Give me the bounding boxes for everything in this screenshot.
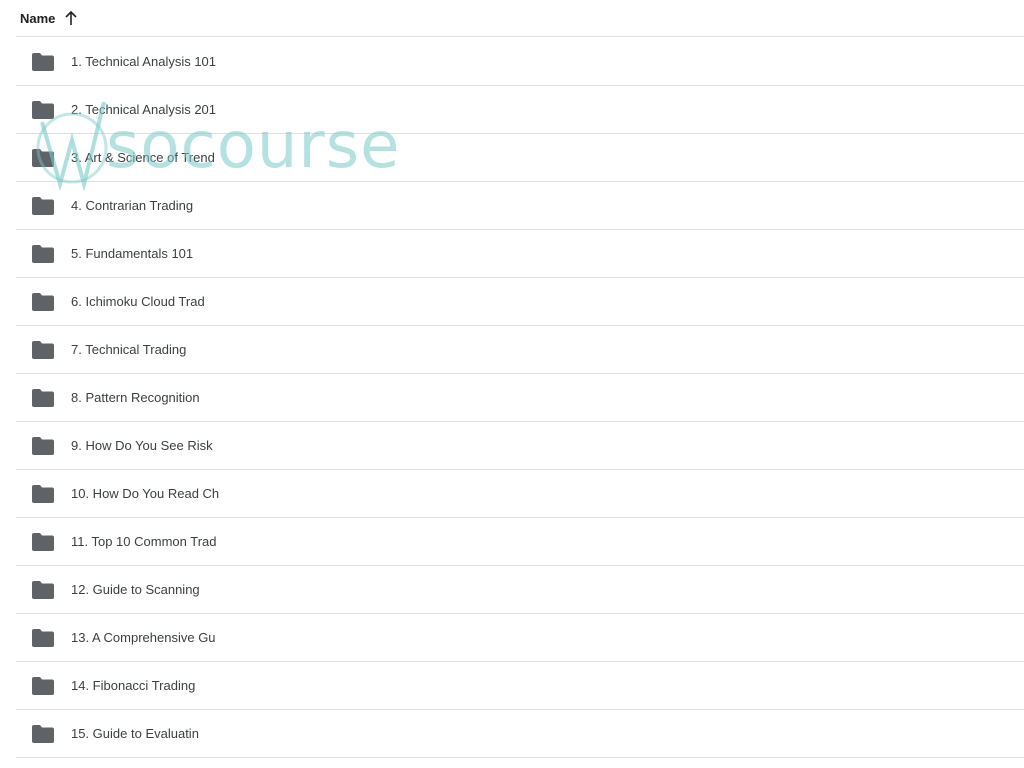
folder-icon [32,196,54,215]
folder-name: 4. Contrarian Trading [71,198,194,213]
folder-name: 14. Fibonacci Trading [71,678,196,693]
folder-name: 8. Pattern Recognition [71,390,200,405]
folder-row[interactable]: 15. Guide to Evaluatin [16,710,1024,758]
folder-icon [32,532,54,551]
folder-icon [32,388,54,407]
folder-row[interactable]: 4. Contrarian Trading [16,182,1024,230]
folder-name: 5. Fundamentals 101 [71,246,194,261]
folder-name: 13. A Comprehensive Gu [71,630,216,645]
folder-icon [32,436,54,455]
folder-name: 1. Technical Analysis 101 [71,54,217,69]
folder-row[interactable]: 2. Technical Analysis 201 [16,86,1024,134]
folder-name: 15. Guide to Evaluatin [71,726,199,741]
folder-row[interactable]: 8. Pattern Recognition [16,374,1024,422]
folder-name: 10. How Do You Read Ch [71,486,220,501]
folder-icon [32,676,54,695]
folder-row[interactable]: 10. How Do You Read Ch [16,470,1024,518]
folder-row[interactable]: 11. Top 10 Common Trad [16,518,1024,566]
folder-icon [32,292,54,311]
folder-icon [32,724,54,743]
folder-name: 6. Ichimoku Cloud Trad [71,294,205,309]
folder-icon [32,244,54,263]
folder-icon [32,580,54,599]
folder-list: 1. Technical Analysis 101 2. Technical An… [16,38,1024,758]
name-column-header[interactable]: Name [20,11,55,26]
folder-row[interactable]: 14. Fibonacci Trading [16,662,1024,710]
list-header: Name [16,0,1024,37]
folder-icon [32,484,54,503]
folder-name: 7. Technical Trading [71,342,187,357]
folder-row[interactable]: 5. Fundamentals 101 [16,230,1024,278]
folder-row[interactable]: 1. Technical Analysis 101 [16,38,1024,86]
folder-row[interactable]: 12. Guide to Scanning [16,566,1024,614]
folder-row[interactable]: 7. Technical Trading [16,326,1024,374]
file-list-page: Name 1. Technical Analysis 101 2. Technic… [0,0,1024,768]
arrow-up-icon[interactable] [64,10,78,26]
folder-row[interactable]: 6. Ichimoku Cloud Trad [16,278,1024,326]
folder-name: 11. Top 10 Common Trad [71,534,217,549]
folder-icon [32,628,54,647]
folder-row[interactable]: 3. Art & Science of Trend [16,134,1024,182]
folder-name: 3. Art & Science of Trend [71,150,215,165]
folder-icon [32,52,54,71]
folder-name: 9. How Do You See Risk [71,438,213,453]
folder-row[interactable]: 13. A Comprehensive Gu [16,614,1024,662]
folder-row[interactable]: 9. How Do You See Risk [16,422,1024,470]
folder-name: 12. Guide to Scanning [71,582,200,597]
folder-icon [32,100,54,119]
folder-name: 2. Technical Analysis 201 [71,102,217,117]
folder-icon [32,148,54,167]
folder-icon [32,340,54,359]
